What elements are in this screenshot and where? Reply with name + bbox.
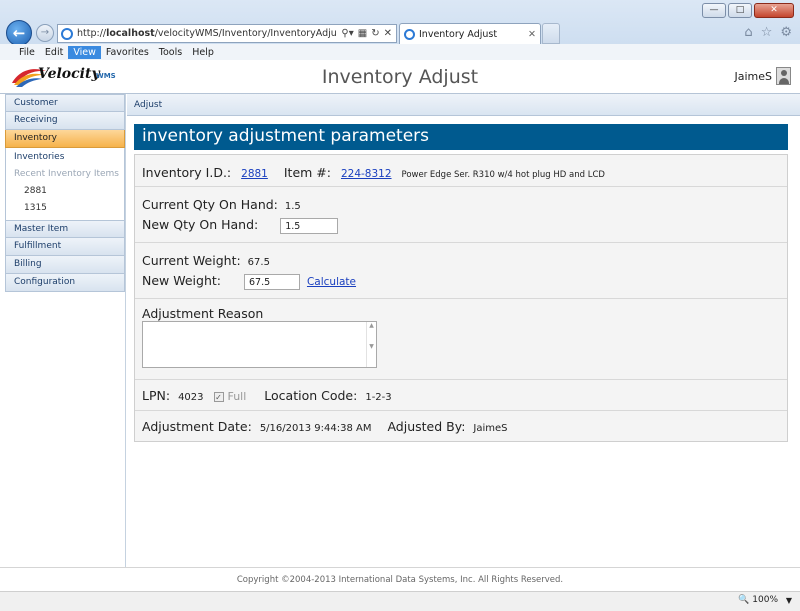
textarea-scrollbar[interactable]: ▲ ▼ — [366, 322, 376, 367]
location-label: Location Code: — [264, 388, 358, 403]
back-icon[interactable]: ← — [6, 20, 32, 46]
sidebar-item-receiving[interactable]: Receiving — [5, 112, 125, 130]
current-qty-value: 1.5 — [284, 201, 301, 212]
adjustment-info-row: Adjustment Date: 5/16/2013 9:44:38 AM Ad… — [142, 419, 508, 434]
item-number-link[interactable]: 224-8312 — [341, 168, 392, 180]
user-name[interactable]: JaimeS — [734, 70, 772, 83]
calculate-link[interactable]: Calculate — [307, 276, 356, 288]
zoom-level[interactable]: 🔍 100% — [738, 595, 778, 605]
sidebar-item-fulfillment[interactable]: Fulfillment — [5, 238, 125, 256]
divider — [135, 379, 787, 380]
home-icon[interactable]: ⌂ — [744, 25, 752, 40]
adjustment-reason-textarea[interactable]: ▲ ▼ — [142, 321, 377, 368]
sidebar-item-inventory[interactable]: Inventory — [5, 130, 125, 148]
stop-icon[interactable]: ✕ — [384, 28, 392, 39]
current-qty-row: Current Qty On Hand: 1.5 — [142, 197, 301, 212]
lpn-label: LPN: — [142, 388, 171, 403]
search-icon[interactable]: ⚲▾ — [341, 28, 353, 39]
divider — [135, 242, 787, 243]
full-label: Full — [227, 390, 247, 403]
menu-favorites[interactable]: Favorites — [101, 46, 154, 59]
full-checkbox[interactable]: ✓ — [213, 391, 224, 402]
menu-bar: File Edit View Favorites Tools Help — [0, 44, 800, 60]
new-weight-label: New Weight: — [142, 273, 221, 288]
current-qty-label: Current Qty On Hand: — [142, 197, 278, 212]
user-icon[interactable] — [776, 67, 791, 85]
new-weight-input[interactable]: 67.5 — [243, 273, 300, 290]
refresh-icon[interactable]: ↻ — [371, 28, 379, 39]
zoom-dropdown-icon[interactable]: ▼ — [786, 596, 792, 605]
sidebar-recent-label: Recent Inventory Items — [14, 169, 119, 179]
adjusted-by-value: JaimeS — [473, 423, 508, 434]
close-tab-icon[interactable]: ✕ — [528, 29, 536, 40]
gear-icon[interactable]: ⚙ — [780, 25, 792, 40]
menu-help[interactable]: Help — [187, 46, 219, 59]
new-qty-input[interactable]: 1.5 — [280, 217, 339, 234]
current-weight-row: Current Weight: 67.5 — [142, 253, 270, 268]
maximize-button[interactable]: □ — [728, 3, 752, 18]
adjust-form-panel: Inventory I.D.: 2881 Item #: 224-8312 Po… — [134, 154, 788, 442]
current-weight-value: 67.5 — [247, 257, 270, 268]
browser-tab-active[interactable]: Inventory Adjust ✕ — [399, 23, 541, 44]
sidebar-link-inventories[interactable]: Inventories — [6, 149, 124, 166]
sidebar-inventory-group: Inventories Recent Inventory Items 2881 … — [5, 148, 125, 220]
sidebar-recent-item[interactable]: 1315 — [6, 200, 124, 217]
zoom-icon: 🔍 — [738, 595, 750, 605]
item-number-label: Item #: — [283, 165, 331, 180]
menu-edit[interactable]: Edit — [40, 46, 68, 59]
address-bar[interactable]: http://localhost/velocityWMS/Inventory/I… — [57, 24, 397, 43]
new-tab-button[interactable] — [542, 23, 560, 44]
sidebar-recent-item[interactable]: 2881 — [6, 183, 124, 200]
footer-copyright: Copyright ©2004-2013 International Data … — [0, 567, 800, 591]
current-weight-label: Current Weight: — [142, 253, 241, 268]
forward-icon[interactable]: → — [36, 24, 54, 42]
compat-icon[interactable]: ▦ — [358, 28, 367, 39]
close-window-button[interactable]: ✕ — [754, 3, 794, 18]
sidebar-item-customer[interactable]: Customer — [5, 94, 125, 112]
menu-file[interactable]: File — [14, 46, 40, 59]
divider — [135, 186, 787, 187]
divider — [135, 410, 787, 411]
adjustment-date-value: 5/16/2013 9:44:38 AM — [259, 423, 372, 434]
menu-tools[interactable]: Tools — [154, 46, 187, 59]
tab-title: Inventory Adjust — [419, 28, 498, 40]
sidebar-item-configuration[interactable]: Configuration — [5, 274, 125, 292]
ie-icon — [61, 27, 73, 40]
lpn-value: 4023 — [178, 392, 204, 403]
adjustment-reason-label: Adjustment Reason — [142, 306, 264, 321]
adjustment-date-label: Adjustment Date: — [142, 419, 252, 434]
inventory-id-link[interactable]: 2881 — [241, 168, 268, 180]
browser-chrome: — □ ✕ ← → http://localhost/velocityWMS/I… — [0, 0, 800, 60]
page-title: Inventory Adjust — [321, 66, 479, 88]
app-header: Velocity WMS Inventory Adjust JaimeS — [0, 60, 800, 94]
new-qty-label: New Qty On Hand: — [142, 217, 259, 232]
new-qty-row: New Qty On Hand: 1.5 — [142, 217, 339, 234]
section-title: inventory adjustment parameters — [134, 124, 788, 150]
lpn-row: LPN: 4023 ✓ Full Location Code: 1-2-3 — [142, 388, 392, 403]
zoom-value: 100% — [752, 595, 778, 605]
address-url: http://localhost/velocityWMS/Inventory/I… — [77, 28, 337, 39]
address-tools: ⚲▾ ▦ ↻ ✕ — [337, 28, 396, 39]
breadcrumb[interactable]: Adjust — [127, 94, 800, 116]
location-value: 1-2-3 — [365, 392, 392, 403]
sidebar-item-billing[interactable]: Billing — [5, 256, 125, 274]
window-controls: — □ ✕ — [702, 3, 794, 18]
sidebar-item-master-item[interactable]: Master Item — [5, 220, 125, 238]
item-description: Power Edge Ser. R310 w/4 hot plug HD and… — [401, 170, 605, 180]
star-icon[interactable]: ☆ — [761, 25, 773, 40]
status-bar: 🔍 100% ▼ — [0, 591, 800, 611]
menu-view[interactable]: View — [68, 45, 101, 59]
minimize-button[interactable]: — — [702, 3, 726, 18]
inventory-id-label: Inventory I.D.: — [142, 165, 232, 180]
sidebar: Customer Receiving Inventory Inventories… — [5, 94, 126, 567]
inventory-row: Inventory I.D.: 2881 Item #: 224-8312 Po… — [142, 165, 605, 180]
chrome-right-icons: ⌂ ☆ ⚙ — [744, 25, 792, 40]
divider — [135, 298, 787, 299]
new-weight-row: New Weight: 67.5 Calculate — [142, 273, 356, 290]
adjusted-by-label: Adjusted By: — [387, 419, 466, 434]
ie-icon — [404, 28, 415, 40]
